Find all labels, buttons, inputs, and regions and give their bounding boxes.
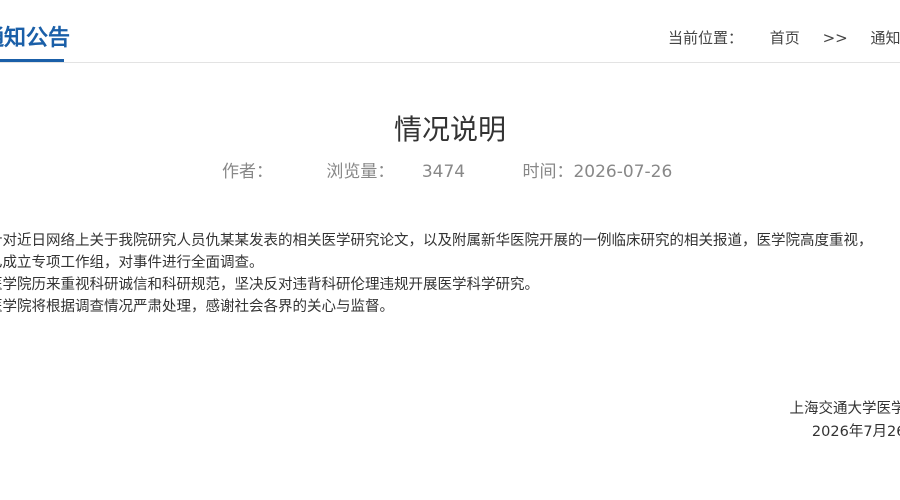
signature-date: 2026年7月26日 [811,424,900,440]
article-title: 情况说明 [393,113,506,146]
meta-views-count: 3474 [421,162,466,182]
header: 通知公告 当前位置： 首页 >> 通知公告 [0,0,900,63]
article-signature: 上海交通大学医学院 2026年7月26日 [790,398,900,444]
meta-views-label: 浏览量： [326,162,395,182]
meta-author-label: 作者： [222,162,273,182]
breadcrumb-home-link[interactable]: 首页 [770,27,800,48]
breadcrumb-current-link[interactable]: 通知公告 [871,27,900,48]
breadcrumb: 当前位置： 首页 >> 通知公告 [668,27,900,48]
section-title: 通知公告 [0,26,71,51]
signature-org: 上海交通大学医学院 [789,401,900,417]
body-paragraph: 医学院将根据调查情况严肃处理，感谢社会各界的关心与监督。 [0,299,394,315]
body-paragraph: 针对近日网络上关于我院研究人员仇某某发表的相关医学研究论文，以及附属新华医院开展… [0,233,873,249]
page: 通知公告 当前位置： 首页 >> 通知公告 情况说明 作者： 浏览量： 3474… [0,0,900,500]
meta-time-label: 时间： [522,162,574,182]
meta-time-value: 2026-07-26 [573,162,673,182]
breadcrumb-separator: >> [822,29,848,47]
article-body: 针对近日网络上关于我院研究人员仇某某发表的相关医学研究论文，以及附属新华医院开展… [0,230,900,318]
section-title-underline [0,59,64,62]
breadcrumb-label: 当前位置： [668,29,744,47]
body-paragraph: 医学院历来重视科研诚信和科研规范，坚决反对违背科研伦理违规开展医学科学研究。 [0,277,539,293]
article-meta: 作者： 浏览量： 3474 时间：2026-07-26 [222,157,672,182]
body-paragraph: 已成立专项工作组，对事件进行全面调查。 [0,255,264,271]
